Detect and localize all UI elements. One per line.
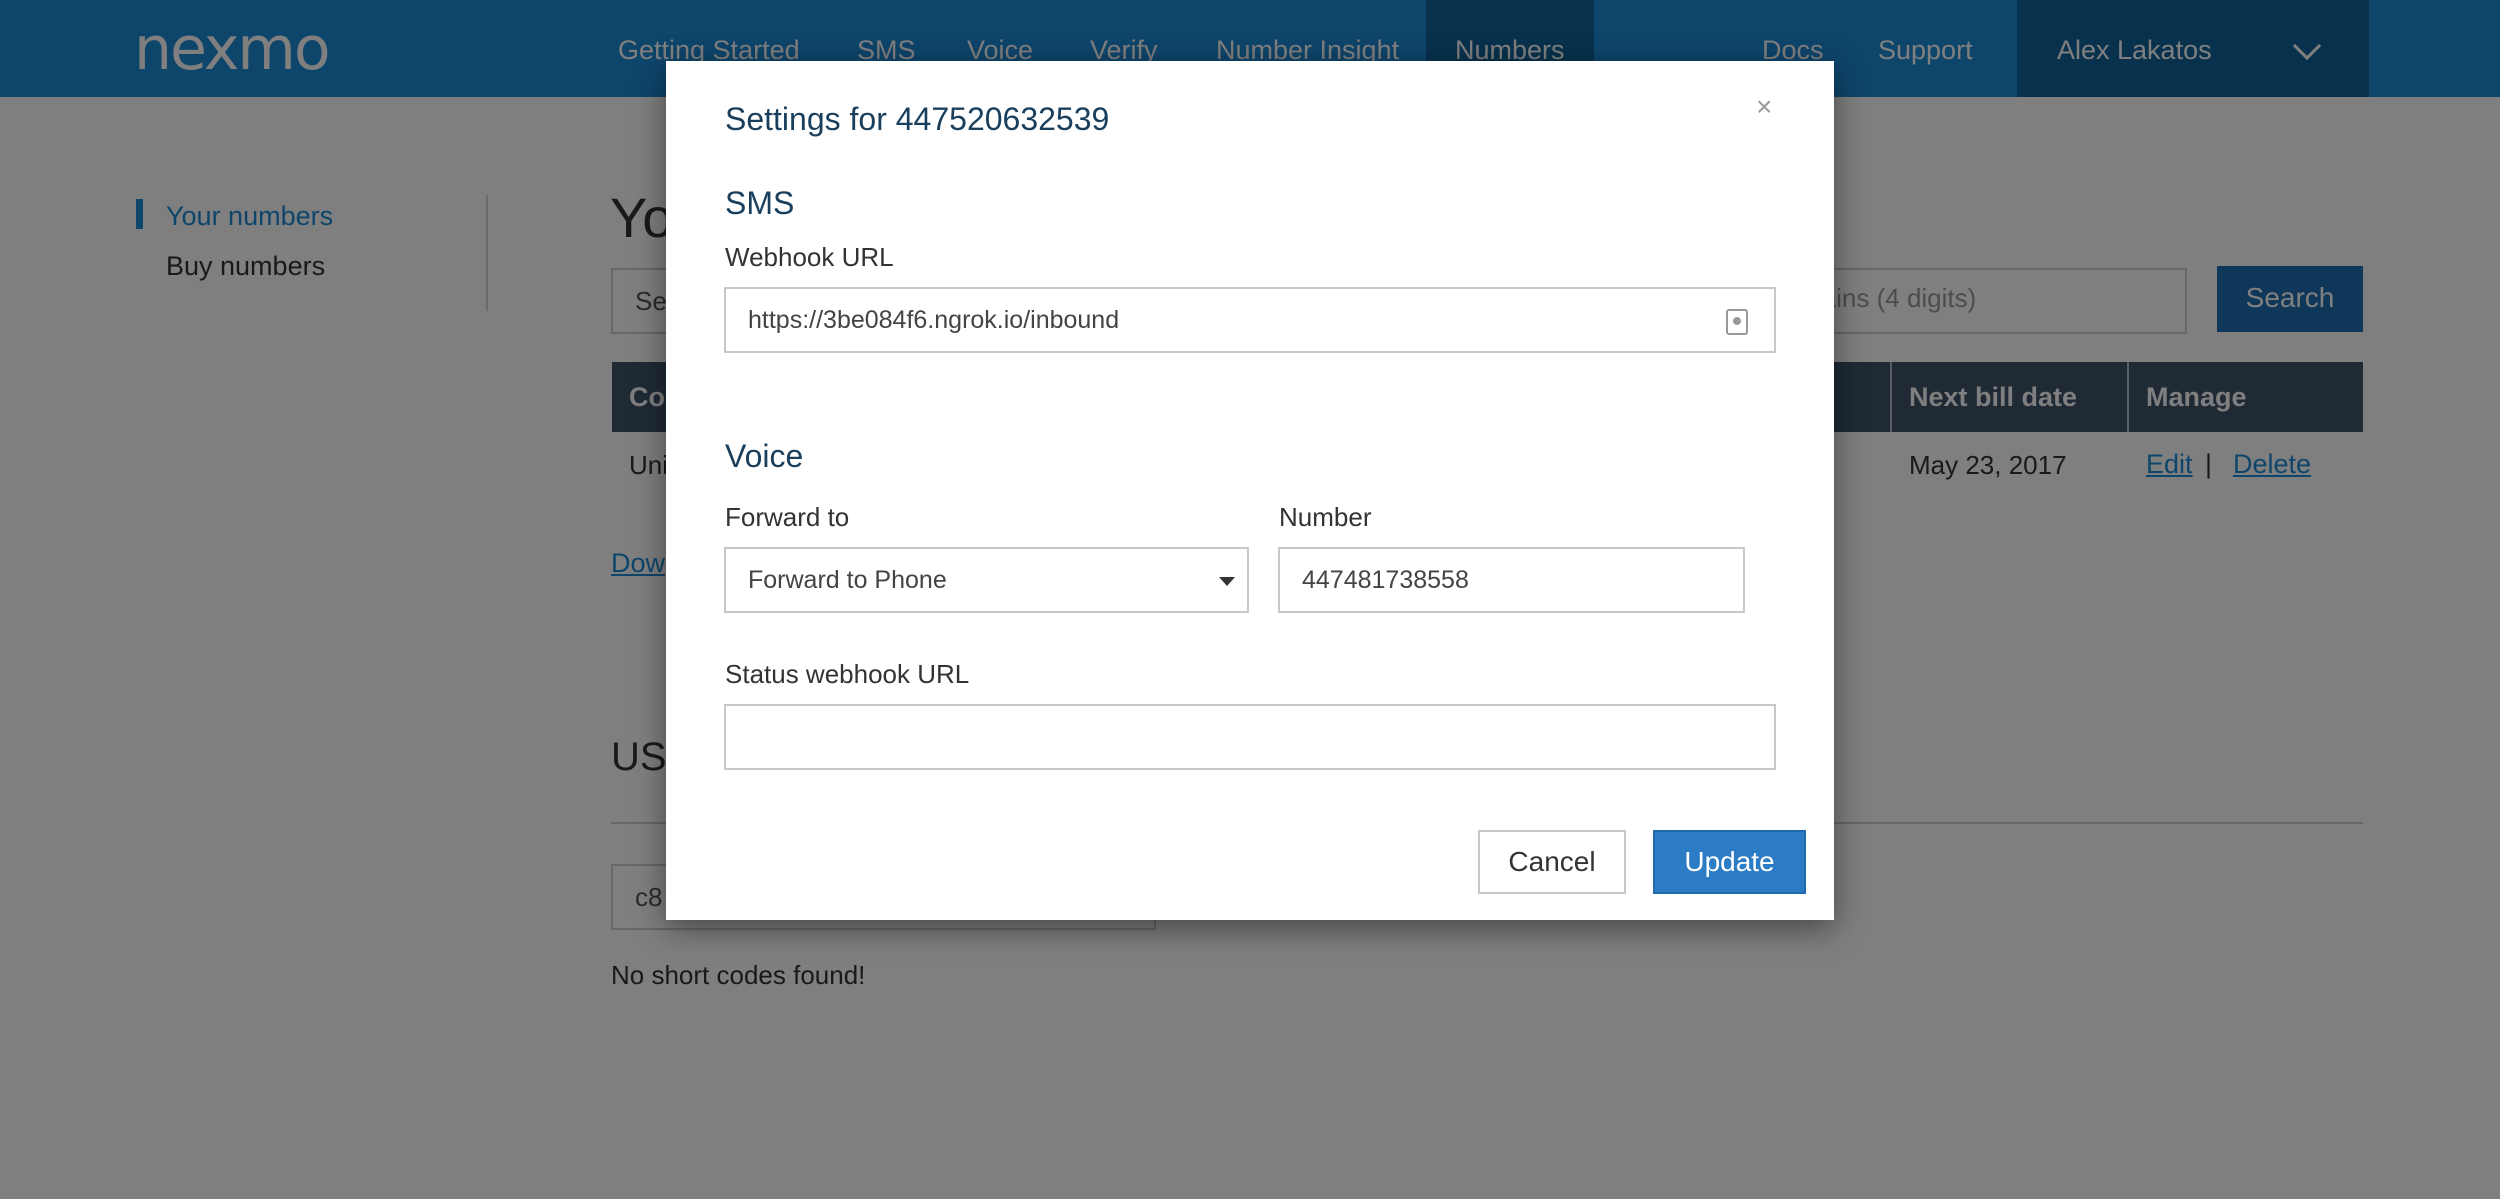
webhook-url-value: https://3be084f6.ngrok.io/inbound: [748, 306, 1120, 334]
contact-card-icon[interactable]: [1726, 309, 1748, 335]
forward-to-selected-value: Forward to Phone: [748, 566, 947, 594]
status-webhook-url-input[interactable]: [724, 704, 1776, 770]
sms-section-heading: SMS: [725, 185, 795, 221]
forward-to-select[interactable]: Forward to Phone: [724, 547, 1249, 613]
forward-number-value: 447481738558: [1302, 566, 1469, 594]
number-settings-modal: Settings for 447520632539 × SMS Webhook …: [666, 61, 1834, 920]
status-webhook-url-label: Status webhook URL: [725, 659, 970, 689]
cancel-button[interactable]: Cancel: [1478, 830, 1626, 894]
forward-number-input[interactable]: 447481738558: [1278, 547, 1745, 613]
dropdown-arrow-icon[interactable]: [1219, 577, 1235, 586]
forward-to-label: Forward to: [725, 502, 850, 532]
webhook-url-input[interactable]: https://3be084f6.ngrok.io/inbound: [724, 287, 1776, 353]
webhook-url-label: Webhook URL: [725, 242, 894, 272]
close-icon[interactable]: ×: [1756, 91, 1772, 123]
update-button[interactable]: Update: [1653, 830, 1806, 894]
number-label: Number: [1279, 502, 1372, 532]
modal-title: Settings for 447520632539: [725, 101, 1110, 137]
voice-section-heading: Voice: [725, 438, 804, 474]
